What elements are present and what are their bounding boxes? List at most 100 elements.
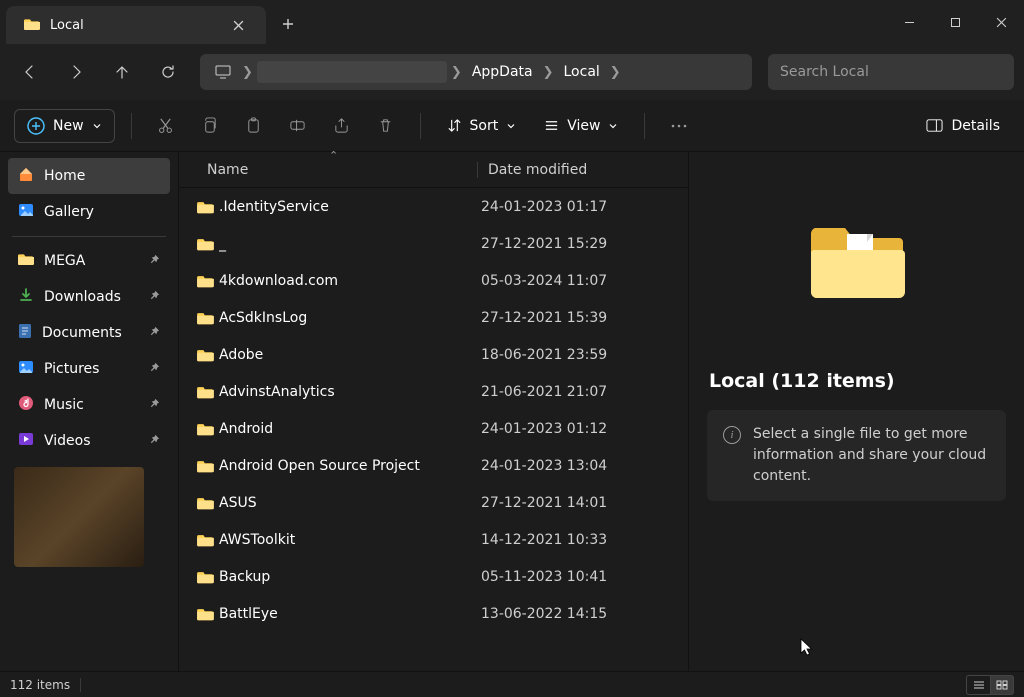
pin-icon — [149, 290, 160, 304]
navigation-sidebar[interactable]: Home Gallery MEGADownloads Documents Pictu… — [0, 152, 178, 671]
chevron-right-icon[interactable]: ❯ — [610, 65, 621, 80]
file-name: AdvinstAnalytics — [219, 384, 477, 400]
file-row[interactable]: .IdentityService24-01-2023 01:17 — [179, 188, 688, 225]
file-row[interactable]: _27-12-2021 15:29 — [179, 225, 688, 262]
folder-icon — [197, 496, 219, 510]
file-row[interactable]: Android Open Source Project24-01-2023 13… — [179, 447, 688, 484]
details-pane: Local (112 items) i Select a single file… — [688, 152, 1024, 671]
chevron-right-icon[interactable]: ❯ — [451, 65, 462, 80]
tab-close-button[interactable] — [224, 11, 252, 39]
view-thumbnails-toggle[interactable] — [990, 675, 1014, 695]
breadcrumb-local[interactable]: Local — [558, 60, 606, 84]
search-input[interactable]: Search Local — [768, 54, 1014, 90]
details-hint-card: i Select a single file to get more infor… — [707, 410, 1006, 501]
file-name: Android Open Source Project — [219, 458, 477, 474]
close-window-button[interactable] — [978, 0, 1024, 44]
paste-button[interactable] — [236, 109, 272, 143]
command-bar: New Sort View Details — [0, 100, 1024, 152]
share-button[interactable] — [324, 109, 360, 143]
file-row[interactable]: Android24-01-2023 01:12 — [179, 410, 688, 447]
download-icon — [18, 287, 34, 307]
column-name[interactable]: Name — [201, 162, 477, 178]
back-button[interactable] — [10, 54, 50, 90]
rename-button[interactable] — [280, 109, 316, 143]
file-date: 05-03-2024 11:07 — [477, 273, 688, 289]
chevron-right-icon[interactable]: ❯ — [543, 65, 554, 80]
up-button[interactable] — [102, 54, 142, 90]
sort-button[interactable]: Sort — [437, 109, 527, 143]
this-pc-icon[interactable] — [208, 65, 238, 79]
maximize-button[interactable] — [932, 0, 978, 44]
breadcrumb-redacted[interactable] — [257, 61, 447, 83]
file-row[interactable]: Adobe18-06-2021 23:59 — [179, 336, 688, 373]
sort-label: Sort — [470, 118, 499, 134]
folder-icon — [197, 274, 219, 288]
sidebar-item-label: Music — [44, 397, 84, 413]
file-row[interactable]: AWSToolkit14-12-2021 10:33 — [179, 521, 688, 558]
separator — [420, 113, 421, 139]
chevron-right-icon[interactable]: ❯ — [242, 65, 253, 80]
new-button[interactable]: New — [14, 109, 115, 143]
cut-button[interactable] — [148, 109, 184, 143]
minimize-button[interactable] — [886, 0, 932, 44]
file-row[interactable]: Backup05-11-2023 10:41 — [179, 558, 688, 595]
sidebar-item-music[interactable]: Music — [8, 387, 170, 423]
sidebar-item-label: Documents — [42, 325, 122, 341]
file-row[interactable]: AdvinstAnalytics21-06-2021 21:07 — [179, 373, 688, 410]
sidebar-gallery-label: Gallery — [44, 204, 94, 220]
folder-icon — [197, 348, 219, 362]
tab-local[interactable]: Local — [6, 6, 266, 44]
sidebar-item-downloads[interactable]: Downloads — [8, 279, 170, 315]
view-details-toggle[interactable] — [966, 675, 990, 695]
file-name: ASUS — [219, 495, 477, 511]
file-row[interactable]: BattlEye13-06-2022 14:15 — [179, 595, 688, 632]
folder-icon — [197, 200, 219, 214]
separator — [131, 113, 132, 139]
file-name: AcSdkInsLog — [219, 310, 477, 326]
sidebar-item-label: Videos — [44, 433, 91, 449]
document-icon — [18, 323, 32, 343]
sidebar-home-label: Home — [44, 168, 85, 184]
file-date: 05-11-2023 10:41 — [477, 569, 688, 585]
details-pane-toggle[interactable]: Details — [916, 109, 1010, 143]
delete-button[interactable] — [368, 109, 404, 143]
address-bar[interactable]: ❯ ❯ AppData ❯ Local ❯ — [200, 54, 752, 90]
details-label: Details — [951, 118, 1000, 134]
file-row[interactable]: ASUS27-12-2021 14:01 — [179, 484, 688, 521]
titlebar: Local — [0, 0, 1024, 44]
column-date[interactable]: Date modified — [477, 162, 688, 178]
navigation-bar: ❯ ❯ AppData ❯ Local ❯ Search Local — [0, 44, 1024, 100]
status-bar: 112 items — [0, 671, 1024, 697]
view-button[interactable]: View — [534, 109, 628, 143]
file-name: Adobe — [219, 347, 477, 363]
refresh-button[interactable] — [148, 54, 188, 90]
details-title: Local (112 items) — [707, 370, 895, 392]
sidebar-item-mega[interactable]: MEGA — [8, 243, 170, 279]
file-row[interactable]: AcSdkInsLog27-12-2021 15:39 — [179, 299, 688, 336]
file-date: 21-06-2021 21:07 — [477, 384, 688, 400]
column-headers[interactable]: ⌃ Name Date modified — [179, 152, 688, 188]
sidebar-home[interactable]: Home — [8, 158, 170, 194]
pin-icon — [149, 254, 160, 268]
view-label: View — [567, 118, 600, 134]
file-row[interactable]: 4kdownload.com05-03-2024 11:07 — [179, 262, 688, 299]
file-date: 14-12-2021 10:33 — [477, 532, 688, 548]
gallery-icon — [18, 202, 34, 222]
breadcrumb-appdata[interactable]: AppData — [466, 60, 539, 84]
new-tab-button[interactable] — [274, 10, 302, 38]
more-button[interactable] — [661, 109, 697, 143]
forward-button[interactable] — [56, 54, 96, 90]
sidebar-item-documents[interactable]: Documents — [8, 315, 170, 351]
file-name: _ — [219, 236, 477, 252]
sidebar-thumbnail[interactable] — [14, 467, 144, 567]
sidebar-item-pictures[interactable]: Pictures — [8, 351, 170, 387]
folder-icon — [197, 607, 219, 621]
folder-icon — [197, 237, 219, 251]
status-item-count: 112 items — [10, 678, 70, 692]
file-date: 18-06-2021 23:59 — [477, 347, 688, 363]
copy-button[interactable] — [192, 109, 228, 143]
sidebar-gallery[interactable]: Gallery — [8, 194, 170, 230]
sidebar-item-videos[interactable]: Videos — [8, 423, 170, 459]
file-list[interactable]: .IdentityService24-01-2023 01:17_27-12-2… — [179, 188, 688, 671]
pin-icon — [149, 398, 160, 412]
